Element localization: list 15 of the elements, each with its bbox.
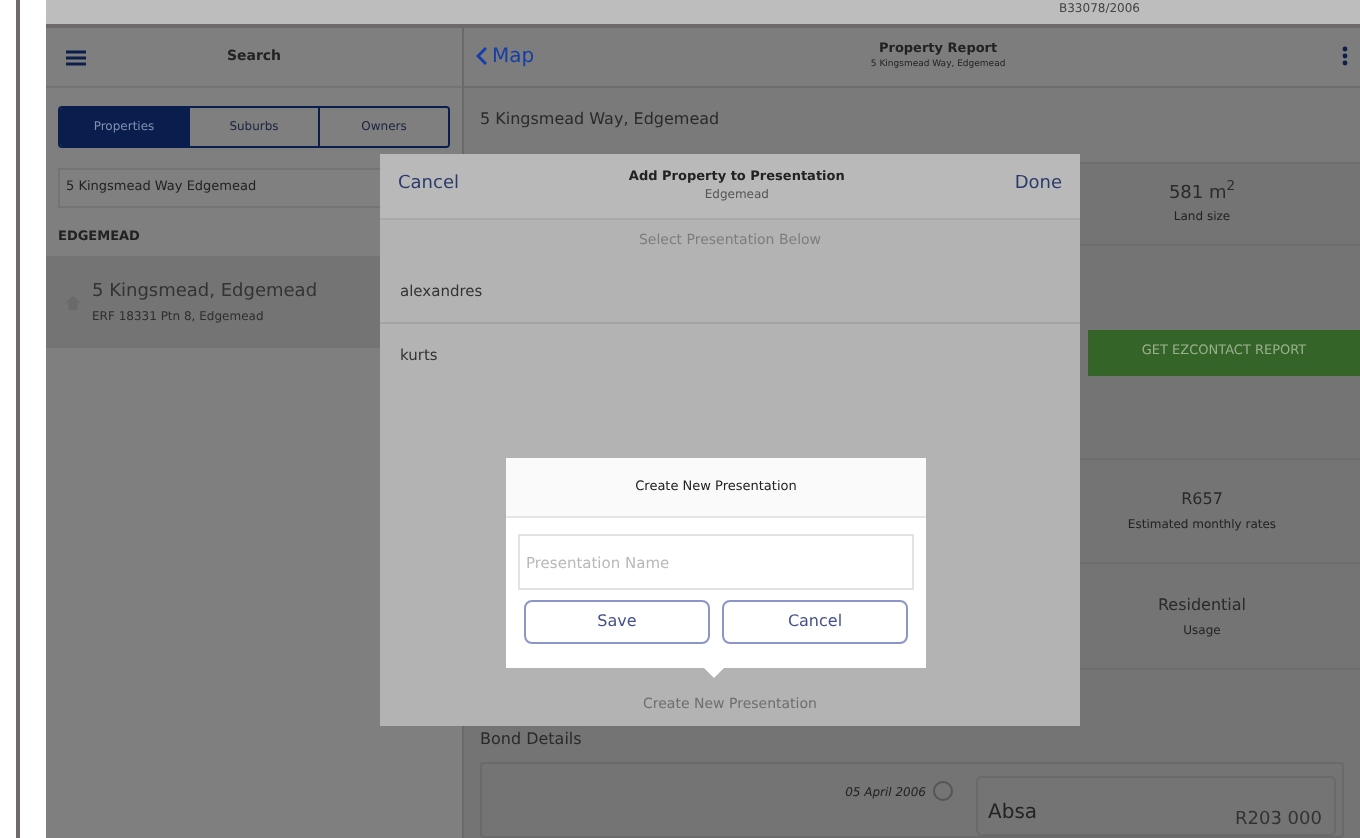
land-size-value: 581 m$^{2}$: [1168, 181, 1236, 208]
popover-button[interactable]: Cancel: [722, 600, 908, 644]
stat-value: Residential: [1157, 593, 1247, 618]
bond-bank: Absa: [988, 802, 1038, 824]
chevron-left-icon: [476, 46, 488, 67]
section-title: Bond Details: [480, 730, 582, 748]
stat-value: R657: [1181, 488, 1223, 513]
menu-icon[interactable]: [66, 49, 86, 65]
property-address: 5 Kingsmead Way, Edgemead: [480, 107, 720, 132]
timeline-node-icon: [932, 780, 954, 802]
more-icon[interactable]: [1342, 46, 1348, 67]
result-title: 5 Kingsmead, Edgemead: [92, 280, 318, 306]
done-button[interactable]: Done: [1014, 172, 1062, 200]
bond-amount: R203 000: [1235, 808, 1322, 832]
popover-button[interactable]: Save: [524, 600, 710, 644]
